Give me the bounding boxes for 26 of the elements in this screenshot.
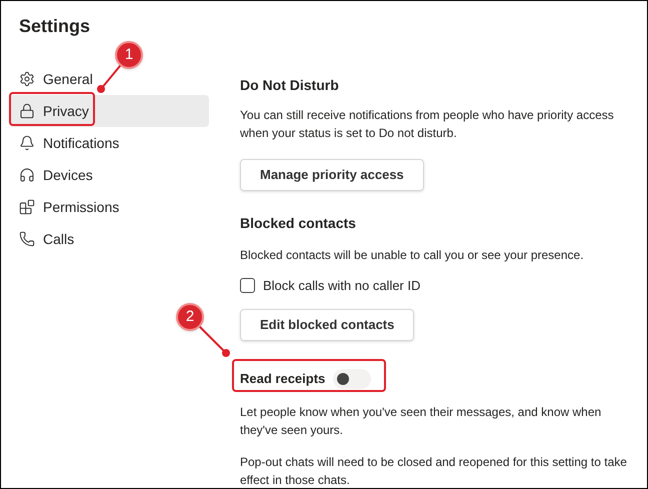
section-description: You can still receive notifications from people who have priority access when your status is set to Do not disturb. <box>240 107 615 142</box>
bell-icon <box>19 135 35 151</box>
manage-priority-button[interactable]: Manage priority access <box>240 159 424 191</box>
checkbox[interactable] <box>240 278 255 294</box>
lock-icon <box>19 103 35 119</box>
edit-blocked-button[interactable]: Edit blocked contacts <box>240 308 414 340</box>
sidebar-item[interactable]: Calls <box>9 223 209 255</box>
toggle-switch[interactable] <box>333 368 372 388</box>
section-heading: Do Not Disturb <box>240 76 340 95</box>
section-heading: Blocked contacts <box>240 214 357 233</box>
sidebar-item[interactable]: Devices <box>9 159 209 191</box>
window-title: Settings <box>19 15 92 38</box>
setting-description: Pop-out chats will need to be closed and reopened for this setting to take effect in those chats. <box>240 454 628 488</box>
sidebar-item[interactable]: Permissions <box>9 191 209 223</box>
setting-description: Let people know when you've seen their messages, and know when they've seen yours. <box>240 404 602 438</box>
callout-badge: 1 <box>115 41 143 69</box>
headset-icon <box>19 167 35 183</box>
gear-icon <box>19 71 35 87</box>
setting-label: Read receipts <box>240 370 326 388</box>
phone-icon <box>19 231 35 247</box>
checkbox-label: Block calls with no caller ID <box>263 277 420 295</box>
blocks-icon <box>19 199 35 215</box>
section-description: Blocked contacts will be unable to call you or see your presence. <box>240 247 585 264</box>
sidebar-item[interactable]: Privacy <box>9 95 209 127</box>
sidebar-item[interactable]: Notifications <box>9 127 209 159</box>
callout-badge: 2 <box>176 303 204 331</box>
